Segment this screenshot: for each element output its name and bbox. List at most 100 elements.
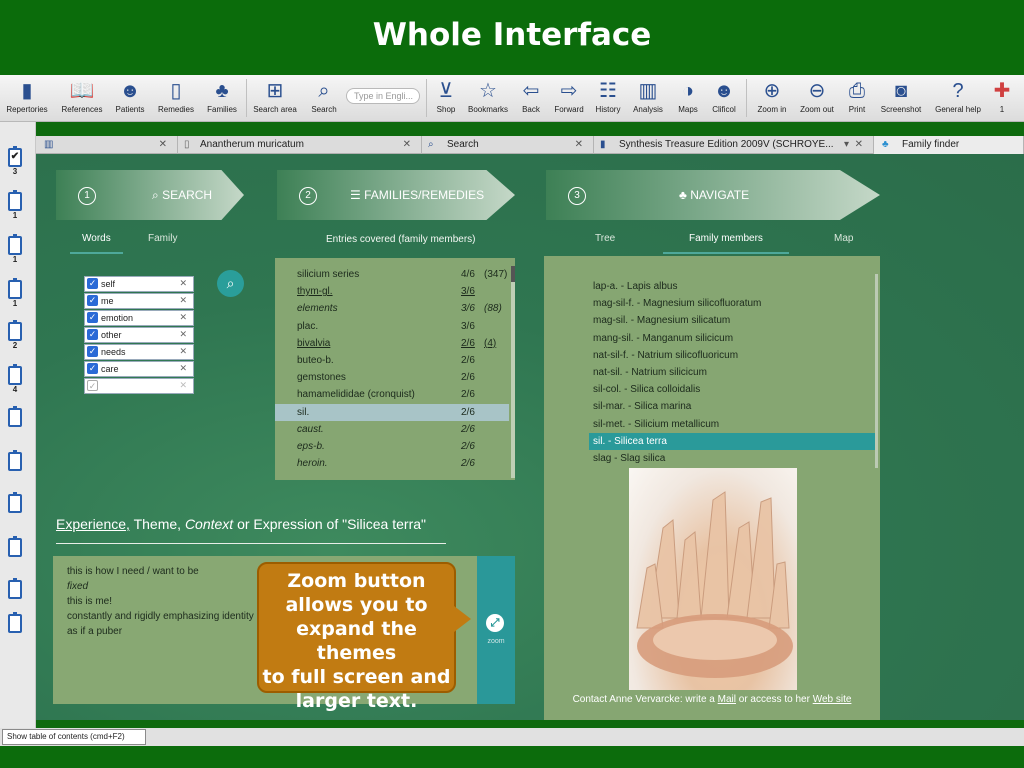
toolbar-button-zoom-out[interactable]: ⊖ Zoom out — [796, 77, 838, 121]
search-go-button[interactable]: ⌕ — [217, 270, 244, 297]
step-search[interactable]: 1 ⌕ SEARCH — [56, 170, 244, 220]
toolbar-button-print[interactable]: ⎙ Print — [842, 77, 872, 121]
tab-anantherum[interactable]: ▯ Anantherum muricatum ✕ — [178, 136, 422, 154]
member-row[interactable]: nat-sil. - Natrium silicicum — [589, 364, 875, 381]
clipboard-slot[interactable] — [7, 578, 23, 599]
toolbar-button-references[interactable]: 📖 References — [58, 77, 106, 121]
checkbox[interactable]: ✓ — [87, 278, 98, 289]
close-icon[interactable]: ✕ — [403, 136, 411, 153]
clipboard-slot[interactable]: 1 — [7, 190, 23, 220]
checkbox[interactable]: ✓ — [87, 329, 98, 340]
heading-experience-link[interactable]: Experience, — [56, 516, 130, 532]
clipboard-slot[interactable]: 1 — [7, 234, 23, 264]
family-row[interactable]: sil. 2/6 — [275, 403, 509, 421]
member-row[interactable]: sil-met. - Silicium metallicum — [589, 416, 875, 433]
close-icon[interactable]: ✕ — [855, 136, 863, 153]
zoom-button[interactable]: ⤢ — [486, 614, 504, 632]
scrollbar-track[interactable] — [875, 274, 878, 468]
member-row[interactable]: sil. - Silicea terra — [589, 432, 875, 450]
toolbar-button-remedies[interactable]: ▯ Remedies — [154, 77, 198, 121]
toolbar-button-bookmarks[interactable]: ☆ Bookmarks — [464, 77, 512, 121]
word-row[interactable]: ✓ emotion ✕ — [84, 310, 194, 326]
website-link[interactable]: Web site — [813, 694, 852, 705]
toolbar-button-repertories[interactable]: ▮ Repertories — [2, 77, 52, 121]
remove-icon[interactable]: ✕ — [179, 363, 187, 374]
families-list[interactable]: silicium series 4/6 (347) thym-gl. 3/6 elemen… — [275, 258, 515, 480]
clipboard-slot[interactable] — [7, 536, 23, 557]
clipboard-slot[interactable]: 2 — [7, 320, 23, 350]
member-row[interactable]: lap-a. - Lapis albus — [589, 278, 875, 295]
tab-chart[interactable]: ▥ ✕ — [36, 136, 178, 154]
toolbar-button-back[interactable]: ⇦ Back — [516, 77, 546, 121]
checkbox[interactable]: ✓ — [87, 380, 98, 391]
member-row[interactable]: mag-sil. - Magnesium silicatum — [589, 312, 875, 329]
checkbox[interactable]: ✓ — [87, 346, 98, 357]
toolbar-button-clificol[interactable]: ☻ Clificol — [706, 77, 742, 121]
word-row[interactable]: ✓ care ✕ — [84, 361, 194, 377]
remove-icon[interactable]: ✕ — [179, 380, 187, 391]
checkbox[interactable]: ✓ — [87, 363, 98, 374]
tab-search[interactable]: ⌕ Search ✕ — [422, 136, 594, 154]
remove-icon[interactable]: ✕ — [179, 346, 187, 357]
family-row[interactable]: eps-b. 2/6 — [275, 438, 509, 455]
word-row[interactable]: ✓ other ✕ — [84, 327, 194, 343]
scrollbar-track[interactable] — [511, 266, 515, 478]
word-row[interactable]: ✓ self ✕ — [84, 276, 194, 292]
checkbox[interactable]: ✓ — [87, 295, 98, 306]
clipboard-slot[interactable] — [7, 406, 23, 427]
clipboard-slot[interactable]: 4 — [7, 364, 23, 394]
family-row[interactable]: elements 3/6 (88) — [275, 300, 509, 317]
family-row[interactable]: caust. 2/6 — [275, 421, 509, 438]
member-row[interactable]: slag - Slag silica — [589, 450, 875, 467]
tab-family-finder[interactable]: ♣ Family finder — [874, 136, 1024, 154]
close-icon[interactable]: ✕ — [575, 136, 583, 153]
family-row[interactable]: buteo-b. 2/6 — [275, 352, 509, 369]
family-row[interactable]: hamamelididae (cronquist) 2/6 — [275, 386, 509, 403]
scrollbar-thumb[interactable] — [511, 266, 515, 282]
family-row[interactable]: thym-gl. 3/6 — [275, 283, 509, 300]
toolbar-button-search-area[interactable]: ⊞ Search area — [250, 77, 300, 121]
clipboard-slot[interactable] — [7, 450, 23, 471]
clipboard-slot[interactable]: ✔ 3 — [7, 146, 23, 176]
family-row[interactable]: plac. 3/6 — [275, 318, 509, 335]
family-row[interactable]: silicium series 4/6 (347) — [275, 266, 509, 283]
word-row[interactable]: ✓ me ✕ — [84, 293, 194, 309]
member-row[interactable]: mang-sil. - Manganum silicicum — [589, 330, 875, 347]
family-row[interactable]: gemstones 2/6 — [275, 369, 509, 386]
member-row[interactable]: sil-col. - Silica colloidalis — [589, 381, 875, 398]
tab-synthesis[interactable]: ▮ Synthesis Treasure Edition 2009V (SCHR… — [594, 136, 874, 154]
clipboard-slot[interactable]: 1 — [7, 278, 23, 308]
step-families-remedies[interactable]: 2 ☰ FAMILIES/REMEDIES — [277, 170, 515, 220]
mail-link[interactable]: Mail — [718, 694, 736, 705]
checkbox[interactable]: ✓ — [87, 312, 98, 323]
close-icon[interactable]: ✕ — [159, 136, 167, 153]
toolbar-button-patients[interactable]: ☻ Patients — [108, 77, 152, 121]
member-row[interactable]: sil-mar. - Silica marina — [589, 398, 875, 415]
toolbar-button-history[interactable]: ☷ History — [590, 77, 626, 121]
word-row[interactable]: ✓ needs ✕ — [84, 344, 194, 360]
toolbar-button-screenshot[interactable]: ◙ Screenshot — [878, 77, 924, 121]
member-row[interactable]: mag-sil-f. - Magnesium silicofluoratum — [589, 295, 875, 312]
tab-tree[interactable]: Tree — [595, 233, 615, 244]
member-row[interactable]: nat-sil-f. - Natrium silicofluoricum — [589, 347, 875, 364]
remove-icon[interactable]: ✕ — [179, 312, 187, 323]
toolbar-button-analysis[interactable]: ▥ Analysis — [628, 77, 668, 121]
family-row[interactable]: bivalvia 2/6 (4) — [275, 335, 509, 352]
clipboard-slot[interactable] — [7, 612, 23, 633]
tab-family[interactable]: Family — [148, 233, 177, 244]
remove-icon[interactable]: ✕ — [179, 329, 187, 340]
toolbar-button-1[interactable]: ✚ 1 — [990, 77, 1014, 121]
toolbar-search-input[interactable]: Type in Engli... — [346, 88, 420, 104]
toolbar-button-maps[interactable]: ◑ Maps — [672, 77, 704, 121]
remove-icon[interactable]: ✕ — [179, 278, 187, 289]
toolbar-button-families[interactable]: ♣ Families — [200, 77, 244, 121]
clipboard-slot[interactable] — [7, 492, 23, 513]
toolbar-button-zoom-in[interactable]: ⊕ Zoom in — [752, 77, 792, 121]
tab-family-members[interactable]: Family members — [663, 233, 789, 254]
toolbar-button-search[interactable]: ⌕ Search — [304, 77, 344, 121]
word-row[interactable]: ✓ ✕ — [84, 378, 194, 394]
show-toc-button[interactable]: Show table of contents (cmd+F2) — [2, 729, 146, 745]
step-navigate[interactable]: 3 ♣ NAVIGATE — [546, 170, 880, 220]
toolbar-button-general-help[interactable]: ? General help — [930, 77, 986, 121]
chevron-down-icon[interactable]: ▾ — [844, 136, 849, 153]
